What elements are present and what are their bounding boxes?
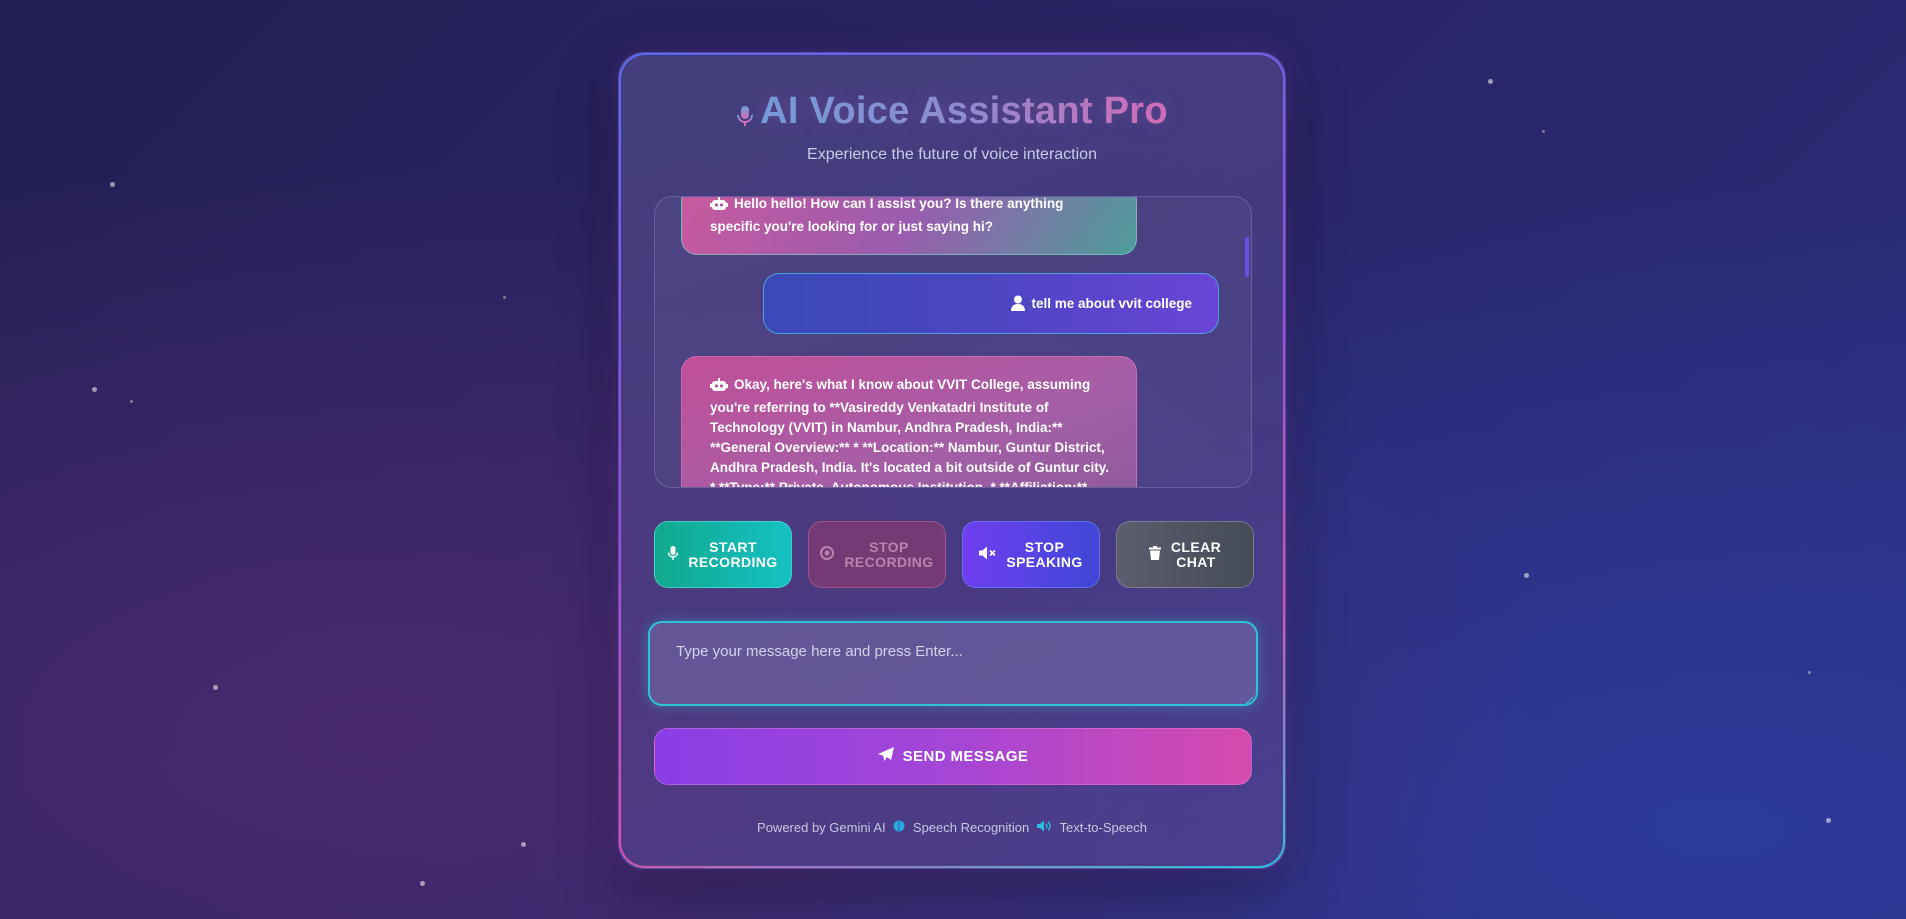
microphone-icon <box>736 104 754 133</box>
star-decoration <box>420 881 425 886</box>
bot-message: Okay, here's what I know about VVIT Coll… <box>681 356 1137 488</box>
footer: Powered by Gemini AI Speech Recognition … <box>622 819 1282 835</box>
paper-plane-icon <box>877 747 894 766</box>
page-subtitle: Experience the future of voice interacti… <box>807 146 1097 163</box>
user-message: tell me about vvit college <box>763 273 1219 334</box>
chat-scrollbar[interactable] <box>1245 237 1249 277</box>
message-input[interactable] <box>648 621 1258 706</box>
trash-icon <box>1148 546 1161 563</box>
clear-chat-label: CLEAR CHAT <box>1170 538 1222 570</box>
star-decoration <box>503 296 506 299</box>
tts-text: Text-to-Speech <box>1059 820 1147 836</box>
microphone-icon <box>668 546 679 563</box>
robot-icon <box>710 378 728 398</box>
speaker-mute-icon <box>979 546 996 563</box>
clear-chat-button[interactable]: CLEAR CHAT <box>1116 521 1254 588</box>
star-decoration <box>1826 818 1831 823</box>
message-text: Okay, here's what I know about VVIT Coll… <box>710 377 1110 488</box>
star-decoration <box>1808 671 1811 674</box>
message-text: Hello hello! How can I assist you? Is th… <box>710 196 1064 234</box>
star-decoration <box>92 387 97 392</box>
message-text: tell me about vvit college <box>1031 296 1192 311</box>
star-decoration <box>521 842 526 847</box>
star-decoration <box>130 400 133 403</box>
stop-speaking-label: STOP SPEAKING <box>1006 538 1083 570</box>
user-icon <box>1011 295 1026 317</box>
speaker-icon <box>1036 820 1052 835</box>
star-decoration <box>1488 79 1493 84</box>
chat-window[interactable]: Hello hello! How can I assist you? Is th… <box>654 196 1252 488</box>
speech-recognition-text: Speech Recognition <box>912 820 1030 836</box>
send-message-label: SEND MESSAGE <box>902 748 1029 765</box>
powered-by-text: Powered by Gemini AI <box>757 820 886 836</box>
assistant-card: AI Voice Assistant Pro Experience the fu… <box>620 54 1284 867</box>
robot-icon <box>710 197 728 217</box>
stop-recording-button[interactable]: STOP RECORDING <box>808 521 946 588</box>
star-decoration <box>1524 573 1529 578</box>
resize-handle-icon[interactable] <box>1244 692 1254 705</box>
start-recording-button[interactable]: START RECORDING <box>654 521 792 588</box>
page-title: AI Voice Assistant Pro <box>760 90 1168 132</box>
title-row: AI Voice Assistant Pro <box>622 90 1282 133</box>
record-stop-icon <box>820 546 835 563</box>
send-message-button[interactable]: SEND MESSAGE <box>654 728 1252 785</box>
bot-message: Hello hello! How can I assist you? Is th… <box>681 196 1137 255</box>
stop-recording-label: STOP RECORDING <box>844 538 934 570</box>
star-decoration <box>213 685 218 690</box>
star-decoration <box>110 182 115 187</box>
start-recording-label: START RECORDING <box>688 538 778 570</box>
star-decoration <box>1542 130 1545 133</box>
brain-icon <box>893 820 905 835</box>
stop-speaking-button[interactable]: STOP SPEAKING <box>962 521 1100 588</box>
